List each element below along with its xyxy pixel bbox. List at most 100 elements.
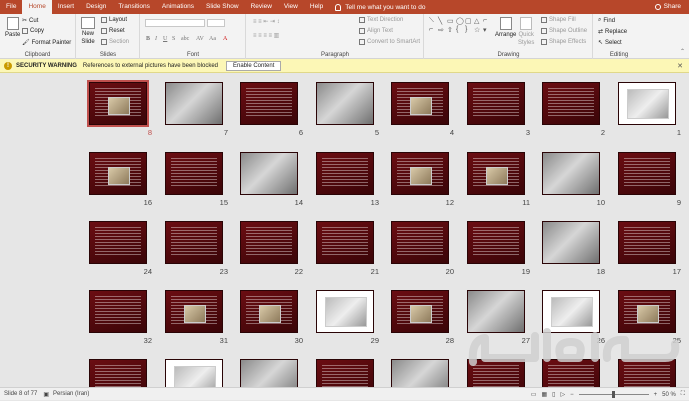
- char-spacing-button[interactable]: AV: [196, 36, 204, 42]
- list-buttons[interactable]: ≡ ≡ ⇤ ⇥ ↕: [253, 18, 280, 25]
- tab-home[interactable]: Home: [22, 0, 52, 14]
- tab-animations[interactable]: Animations: [156, 0, 200, 14]
- tell-me-search[interactable]: Tell me what you want to do: [335, 3, 425, 11]
- slideshow-view-icon[interactable]: ▷: [560, 391, 565, 398]
- tab-transitions[interactable]: Transitions: [112, 0, 156, 14]
- copy-label: Copy: [30, 28, 45, 34]
- slide-thumbnail[interactable]: [391, 221, 449, 264]
- paint-bucket-icon: [541, 17, 547, 23]
- zoom-out-button[interactable]: −: [570, 392, 574, 398]
- layout-button[interactable]: Layout: [101, 17, 127, 23]
- section-button[interactable]: Section: [101, 39, 129, 45]
- slide-thumbnail[interactable]: [240, 359, 298, 387]
- smartart-button[interactable]: Convert to SmartArt: [359, 39, 420, 45]
- close-icon[interactable]: ✕: [677, 62, 683, 70]
- slide-thumbnail[interactable]: [240, 290, 298, 333]
- slide-thumbnail[interactable]: [316, 290, 374, 333]
- new-slide-button[interactable]: New Slide: [81, 17, 95, 45]
- align-text-button[interactable]: Align Text: [359, 28, 393, 34]
- shape-effects-button[interactable]: Shape Effects: [541, 39, 586, 45]
- quick-styles-button[interactable]: Quick Styles: [518, 17, 534, 46]
- proofing-icon[interactable]: ▣: [43, 391, 49, 398]
- slide-thumbnail[interactable]: [240, 221, 298, 264]
- slide-thumbnail[interactable]: [618, 221, 676, 264]
- zoom-in-button[interactable]: +: [654, 392, 658, 398]
- find-button[interactable]: ⌕ Find: [598, 17, 615, 24]
- slide-thumbnail[interactable]: [542, 82, 600, 125]
- slide-thumbnail[interactable]: [89, 290, 147, 333]
- strikethrough-button[interactable]: abc: [181, 36, 189, 42]
- slide-thumbnail[interactable]: [89, 152, 147, 195]
- reading-view-icon[interactable]: ▯: [552, 391, 555, 398]
- slide-thumbnail[interactable]: [467, 221, 525, 264]
- font-color-button[interactable]: A: [223, 36, 227, 42]
- slide-thumbnail[interactable]: [165, 152, 223, 195]
- slide-sorter-view-icon[interactable]: ▦: [541, 391, 547, 398]
- status-right: ▭ ▦ ▯ ▷ − + 50 % ⛶: [531, 388, 685, 401]
- slide-thumbnail[interactable]: [165, 221, 223, 264]
- slide-thumbnail[interactable]: [89, 221, 147, 264]
- slide-thumbnail[interactable]: [240, 82, 298, 125]
- editing-group: ⌕ Find ⇄ Replace ↖ Select Editing: [594, 14, 644, 59]
- slide-thumbnail[interactable]: [542, 152, 600, 195]
- slide-thumbnail[interactable]: [391, 359, 449, 387]
- copy-button[interactable]: Copy: [22, 28, 44, 34]
- slide-thumbnail[interactable]: [467, 152, 525, 195]
- paste-button[interactable]: Paste: [5, 17, 20, 38]
- arrange-button[interactable]: Arrange: [495, 17, 516, 38]
- slide-thumbnail[interactable]: [391, 82, 449, 125]
- person-icon: [654, 4, 661, 10]
- slide-thumbnail[interactable]: [391, 290, 449, 333]
- collapse-ribbon-button[interactable]: ⌃: [680, 48, 685, 55]
- quick-styles-icon: [520, 17, 533, 30]
- slide-thumbnail[interactable]: [316, 152, 374, 195]
- shape-fill-button[interactable]: Shape Fill: [541, 17, 576, 23]
- slide-thumbnail[interactable]: [165, 290, 223, 333]
- slide-thumbnail[interactable]: [542, 221, 600, 264]
- format-painter-button[interactable]: 🖌 Format Painter: [22, 39, 71, 47]
- font-size-box[interactable]: [207, 19, 225, 27]
- slide-thumbnail[interactable]: [618, 152, 676, 195]
- tab-insert[interactable]: Insert: [52, 0, 80, 14]
- slide-thumbnail[interactable]: [165, 82, 223, 125]
- italic-button[interactable]: I: [155, 36, 157, 42]
- zoom-slider[interactable]: [578, 391, 649, 398]
- language-indicator[interactable]: Persian (Iran): [53, 391, 89, 397]
- font-name-box[interactable]: [145, 19, 205, 27]
- shadow-button[interactable]: S: [172, 36, 175, 42]
- slide-thumbnail[interactable]: [316, 82, 374, 125]
- share-button[interactable]: Share: [654, 0, 681, 14]
- cut-button[interactable]: ✂ Cut: [22, 17, 38, 25]
- bold-button[interactable]: B: [146, 36, 150, 42]
- replace-button[interactable]: ⇄ Replace: [598, 28, 627, 36]
- tab-file[interactable]: File: [0, 0, 22, 14]
- change-case-button[interactable]: Aa: [209, 36, 216, 42]
- slide-thumbnail[interactable]: [391, 152, 449, 195]
- slide-thumbnail[interactable]: [467, 82, 525, 125]
- tab-design[interactable]: Design: [80, 0, 112, 14]
- zoom-slider-thumb[interactable]: [612, 391, 616, 398]
- slide-thumbnail[interactable]: [316, 359, 374, 387]
- enable-content-button[interactable]: Enable Content: [226, 60, 282, 71]
- slide-thumbnail[interactable]: [316, 221, 374, 264]
- slide-thumbnail[interactable]: [87, 80, 149, 127]
- tab-review[interactable]: Review: [245, 0, 278, 14]
- underline-button[interactable]: U: [163, 36, 167, 42]
- align-buttons[interactable]: ≡ ≡ ≡ ≡ ▥: [253, 32, 279, 39]
- slide-number: 28: [445, 336, 454, 345]
- shape-outline-button[interactable]: Shape Outline: [541, 28, 587, 34]
- text-direction-button[interactable]: Text Direction: [359, 17, 403, 23]
- tab-help[interactable]: Help: [304, 0, 329, 14]
- reset-button[interactable]: Reset: [101, 28, 125, 34]
- slide-thumbnail[interactable]: [165, 359, 223, 387]
- zoom-level[interactable]: 50 %: [662, 392, 676, 398]
- tab-view[interactable]: View: [278, 0, 304, 14]
- select-button[interactable]: ↖ Select: [598, 39, 622, 47]
- normal-view-icon[interactable]: ▭: [531, 391, 537, 398]
- slide-thumbnail[interactable]: [240, 152, 298, 195]
- fit-to-window-icon[interactable]: ⛶: [681, 391, 685, 398]
- slide-thumbnail[interactable]: [89, 359, 147, 387]
- slide-thumbnail[interactable]: [618, 82, 676, 125]
- shapes-gallery[interactable]: ⟍ ╲ ▭ ◯ ▢ △ ⌐ ⌐ ⇨ ⇧ { } ☆ ▾: [429, 17, 491, 45]
- tab-slide-show[interactable]: Slide Show: [200, 0, 245, 14]
